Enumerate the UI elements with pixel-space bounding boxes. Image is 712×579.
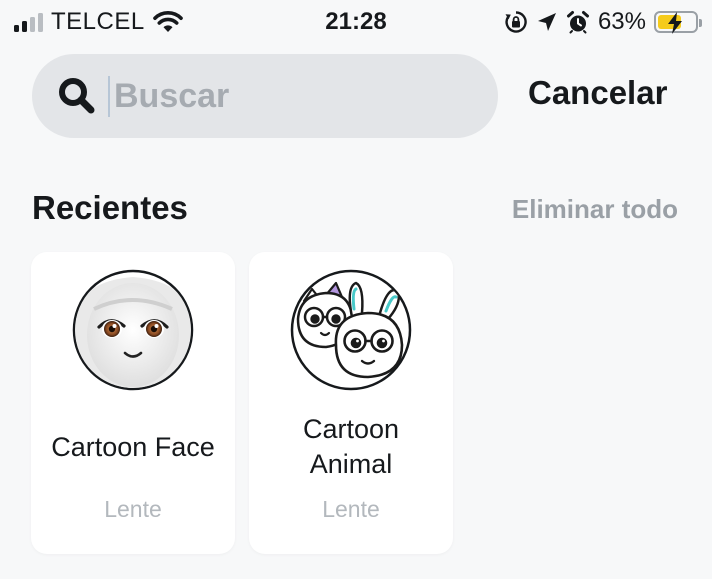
battery-cap [699,19,702,27]
lens-title: Cartoon Animal [257,402,445,492]
rotation-lock-icon [505,11,527,33]
lens-type-label: Lente [104,496,162,522]
location-arrow-icon [537,13,556,31]
battery-percentage: 63% [597,8,646,35]
search-icon [59,78,95,114]
search-bar[interactable] [32,54,498,138]
status-bar-right: 63% [504,8,702,36]
lens-card-cartoon-face[interactable]: Cartoon Face Lente [31,252,235,554]
lens-title: Cartoon Face [39,402,227,492]
cartoon-animal-icon [290,269,412,391]
charging-bolt-icon [668,12,682,34]
search-input[interactable] [108,75,456,117]
alarm-icon [566,11,589,34]
cartoon-face-icon [72,269,194,391]
lens-title-line: Cartoon Face [51,431,215,462]
recents-section-title: Recientes [32,189,188,226]
clear-all-button[interactable]: Eliminar todo [512,194,678,225]
battery-icon [654,11,702,34]
cancel-button[interactable]: Cancelar [528,74,667,112]
lens-title-line: Animal [309,449,393,479]
lens-type-label: Lente [322,496,380,522]
lens-title-line: Cartoon [302,414,400,444]
status-bar: TELCEL 21:28 63% [0,0,712,44]
lens-card-cartoon-animal[interactable]: Cartoon Animal Lente [249,252,453,554]
